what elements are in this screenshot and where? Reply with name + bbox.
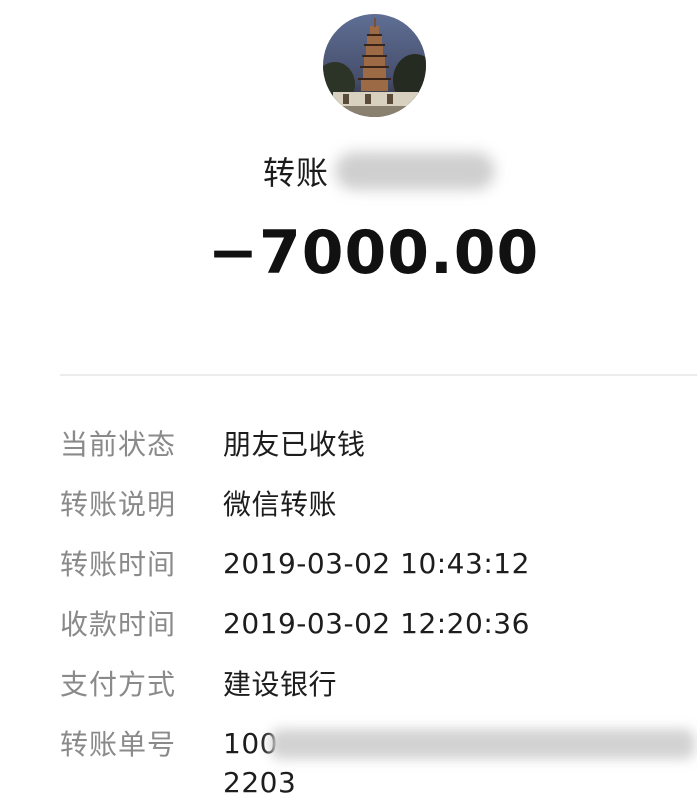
transfer-title: 转账 (263, 154, 330, 192)
detail-label: 当前状态 (60, 428, 177, 461)
detail-label: 转账时间 (60, 548, 177, 581)
detail-label: 支付方式 (60, 668, 177, 701)
detail-label: 收款时间 (60, 608, 177, 641)
detail-value: 朋友已收钱 (223, 428, 366, 461)
detail-row-status: 当前状态 朋友已收钱 (60, 423, 366, 463)
transfer-amount: −7000.00 (207, 218, 540, 288)
detail-row-receive-time: 收款时间 2019-03-02 12:20:36 (60, 603, 530, 643)
detail-value: 2019-03-02 12:20:36 (223, 606, 530, 640)
detail-value: 建设银行 (223, 668, 338, 701)
detail-row-payment-method: 支付方式 建设银行 (60, 663, 337, 703)
transfer-id-suffix[interactable]: 2203 (223, 766, 296, 799)
avatar[interactable] (323, 14, 426, 117)
detail-value: 微信转账 (223, 488, 338, 521)
pagoda-avatar-icon (323, 14, 426, 117)
divider (60, 374, 697, 376)
detail-label: 转账说明 (60, 488, 177, 521)
recipient-name-redacted (335, 152, 496, 190)
transfer-title-row: 转账 (263, 148, 496, 194)
detail-row-transfer-id: 转账单号 100 (60, 723, 278, 763)
detail-row-transfer-time: 转账时间 2019-03-02 10:43:12 (60, 543, 530, 583)
detail-value: 2019-03-02 10:43:12 (223, 546, 530, 580)
transfer-id-redacted (270, 729, 695, 759)
detail-label: 转账单号 (60, 728, 177, 761)
detail-row-note: 转账说明 微信转账 (60, 483, 337, 523)
